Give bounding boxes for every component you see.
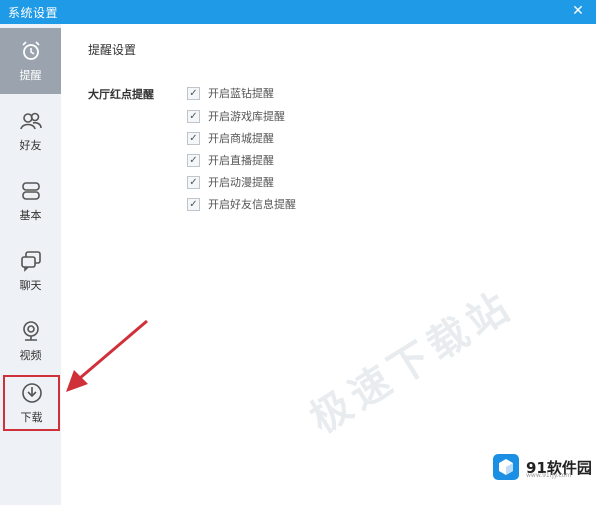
logo-url: www.91rjy.com	[526, 472, 572, 479]
cube-logo-icon	[493, 454, 519, 480]
site-logo: 91软件园 www.91rjy.com	[492, 453, 592, 481]
annotation-arrow	[66, 319, 148, 392]
